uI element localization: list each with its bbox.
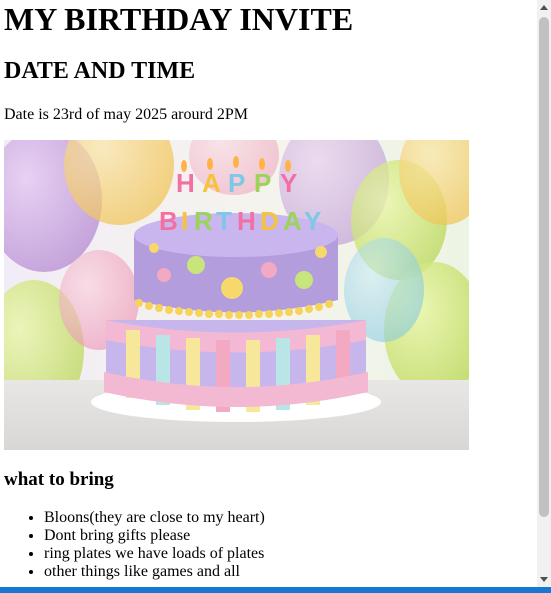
svg-text:P: P [254,168,271,198]
scrollbar-thumb[interactable] [539,17,549,517]
list-item: ring plates we have loads of plates [44,545,265,563]
svg-text:H: H [176,168,195,198]
scroll-down-arrow-icon[interactable] [540,577,548,582]
svg-text:D: D [260,206,279,236]
svg-text:H: H [237,206,256,236]
svg-text:A: A [283,206,302,236]
svg-text:T: T [216,206,232,236]
list-item: Dont bring gifts please [44,527,265,545]
svg-text:Y: Y [280,168,297,198]
bottom-status-bar [0,587,551,593]
what-to-bring-heading: what to bring [4,469,114,490]
bring-list: Bloons(they are close to my heart) Dont … [4,509,265,581]
svg-text:A: A [202,168,221,198]
list-item: other things like games and all [44,563,265,581]
scroll-up-arrow-icon[interactable] [540,5,548,10]
page-title: MY BIRTHDAY INVITE [4,1,354,37]
birthday-cake-image: H A P P Y B I R T H D A Y [4,140,469,450]
svg-text:B: B [159,206,178,236]
date-text: Date is 23rd of may 2025 arourd 2PM [4,106,248,123]
svg-text:I: I [181,206,188,236]
svg-text:Y: Y [304,206,321,236]
svg-text:P: P [228,168,245,198]
page-viewport: MY BIRTHDAY INVITE DATE AND TIME Date is… [0,0,537,587]
vertical-scrollbar[interactable] [537,0,551,587]
date-time-heading: DATE AND TIME [4,58,196,84]
list-item: Bloons(they are close to my heart) [44,509,265,527]
svg-text:R: R [194,206,213,236]
